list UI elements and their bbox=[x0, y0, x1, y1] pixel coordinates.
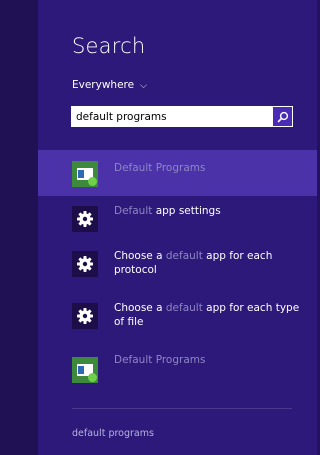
result-icon-wrap bbox=[72, 161, 98, 187]
result-label-highlight: default bbox=[165, 302, 203, 314]
result-label-text: Choose a bbox=[114, 250, 166, 262]
gear-icon bbox=[72, 251, 98, 277]
desktop-edge bbox=[0, 0, 38, 455]
result-label-highlight: Default bbox=[114, 205, 153, 217]
gear-icon bbox=[72, 206, 98, 232]
result-choose-default-protocol[interactable]: Choose a default app for each protocol bbox=[38, 240, 317, 292]
result-icon-wrap bbox=[72, 357, 98, 383]
result-default-programs-2[interactable]: Default Programs bbox=[38, 344, 317, 392]
gear-icon bbox=[72, 303, 98, 329]
result-label-text: Default Programs bbox=[114, 354, 206, 366]
divider bbox=[72, 408, 292, 409]
chevron-down-icon: ⌵ bbox=[140, 80, 147, 91]
results-list: Default Programs Default app settings Ch… bbox=[38, 150, 317, 392]
search-icon bbox=[277, 111, 288, 122]
result-label-highlight: default bbox=[165, 250, 203, 262]
result-icon-wrap bbox=[72, 206, 98, 232]
result-icon-wrap bbox=[72, 303, 98, 329]
result-label: Choose a default app for each type of fi… bbox=[114, 301, 304, 329]
result-choose-default-file-type[interactable]: Choose a default app for each type of fi… bbox=[38, 292, 317, 344]
search-box bbox=[71, 106, 293, 127]
search-charm: Search Everywhere ⌵ Default Programs bbox=[38, 0, 317, 455]
result-label-text: Choose a bbox=[114, 302, 166, 314]
result-label: Default app settings bbox=[114, 204, 304, 218]
scope-dropdown[interactable]: Everywhere ⌵ bbox=[72, 79, 147, 91]
result-icon-wrap bbox=[72, 251, 98, 277]
result-label: Choose a default app for each protocol bbox=[114, 249, 304, 277]
default-programs-icon bbox=[72, 357, 98, 383]
result-label: Default Programs bbox=[114, 353, 304, 367]
result-label-text: Default Programs bbox=[114, 162, 206, 174]
scope-label: Everywhere bbox=[72, 79, 135, 91]
result-label-text: app settings bbox=[152, 205, 221, 217]
default-programs-icon bbox=[72, 161, 98, 187]
result-default-app-settings[interactable]: Default app settings bbox=[38, 196, 317, 240]
search-suggestion[interactable]: default programs bbox=[72, 428, 154, 439]
search-button[interactable] bbox=[273, 107, 292, 126]
result-default-programs[interactable]: Default Programs bbox=[38, 150, 317, 196]
result-label: Default Programs bbox=[114, 161, 304, 175]
search-title: Search bbox=[72, 34, 146, 58]
search-input[interactable] bbox=[71, 107, 273, 126]
